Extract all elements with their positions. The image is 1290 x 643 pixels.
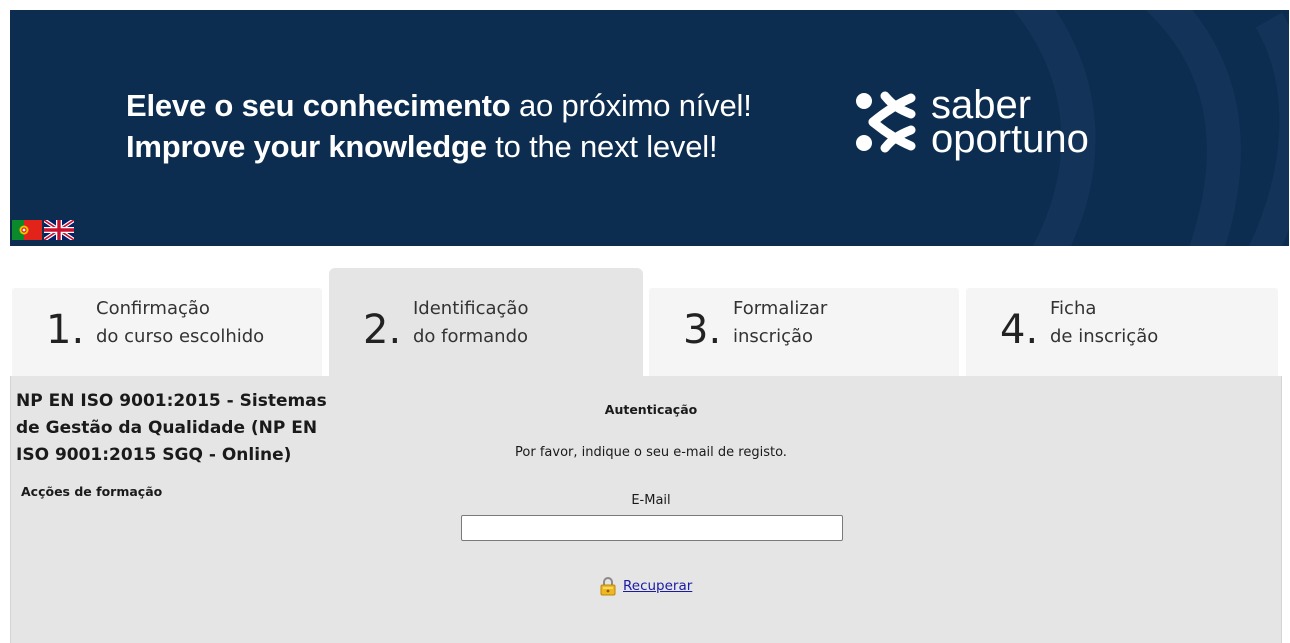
step-2-subtitle: do formando (413, 326, 529, 347)
course-title: NP EN ISO 9001:2015 - Sistemas de Gestão… (16, 391, 327, 465)
content-panel: NP EN ISO 9001:2015 - Sistemas de Gestão… (10, 376, 1282, 643)
step-3-number: 3. (683, 307, 722, 353)
portugal-flag-icon[interactable] (12, 220, 42, 240)
step-1-number: 1. (46, 307, 85, 353)
lock-icon (600, 577, 616, 596)
brand-name: saber oportuno (931, 85, 1089, 161)
language-selector (12, 220, 74, 240)
step-3-subtitle: inscrição (733, 326, 814, 347)
email-label: E-Mail (631, 493, 671, 508)
step-1-subtitle: do curso escolhido (96, 326, 265, 347)
tagline-pt: Eleve o seu conhecimento ao próximo níve… (126, 85, 752, 126)
auth-instructions: Por favor, indique o seu e-mail de regis… (515, 445, 787, 460)
step-2-number: 2. (363, 307, 402, 353)
step-1-title: Confirmação (96, 298, 210, 319)
step-3-tab[interactable]: 3. Formalizar inscrição (649, 288, 959, 376)
step-1-tab[interactable]: 1. Confirmação do curso escolhido (12, 288, 322, 376)
tagline-pt-bold: Eleve o seu conhecimento (126, 88, 511, 123)
training-actions-label: Acções de formação (21, 484, 163, 499)
step-2-tab[interactable]: 2. Identificação do formando (329, 268, 643, 376)
email-field[interactable] (461, 515, 843, 541)
step-4-title: Ficha (1050, 298, 1097, 319)
tagline-en: Improve your knowledge to the next level… (126, 126, 752, 167)
page: Eleve o seu conhecimento ao próximo níve… (0, 0, 1290, 643)
brand-line-2: oportuno (931, 117, 1089, 161)
steps-bar: 1. Confirmação do curso escolhido 2. Ide… (12, 268, 1278, 376)
brand-logo: saber oportuno (855, 85, 1089, 161)
uk-flag-icon[interactable] (44, 220, 74, 240)
step-4-number: 4. (1000, 307, 1039, 353)
auth-title: Autenticação (604, 402, 698, 417)
recover-action[interactable]: Recuperar (599, 576, 692, 596)
step-3-title: Formalizar (733, 298, 828, 319)
step-2-title: Identificação (413, 298, 529, 319)
step-4-subtitle: de inscrição (1050, 326, 1159, 347)
tagline-en-bold: Improve your knowledge (126, 129, 487, 164)
banner-tagline: Eleve o seu conhecimento ao próximo níve… (126, 85, 752, 167)
header-banner: Eleve o seu conhecimento ao próximo níve… (10, 10, 1289, 246)
saber-oportuno-logo-icon (856, 91, 916, 153)
tagline-pt-rest: ao próximo nível! (510, 88, 752, 123)
tagline-en-rest: to the next level! (486, 129, 718, 164)
recover-link[interactable]: Recuperar (623, 578, 692, 594)
step-4-tab[interactable]: 4. Ficha de inscrição (966, 288, 1278, 376)
